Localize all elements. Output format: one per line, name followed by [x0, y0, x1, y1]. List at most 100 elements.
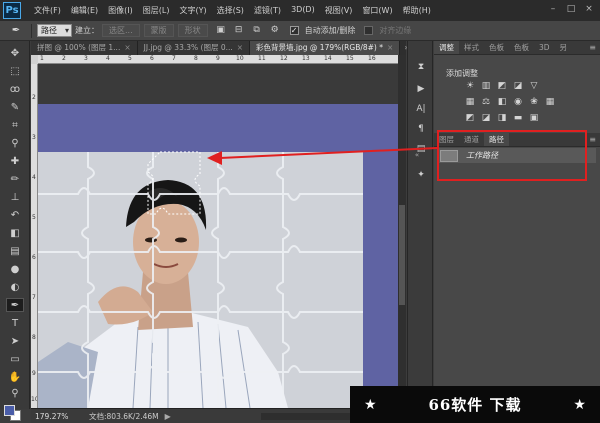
menu-select[interactable]: 选择(S)	[212, 5, 249, 16]
color-lookup-icon[interactable]: ▦	[544, 97, 556, 108]
minimize-button[interactable]: –	[546, 3, 560, 15]
ruler-tick: 10	[31, 396, 38, 403]
levels-icon[interactable]: ▥	[480, 81, 492, 92]
black-white-icon[interactable]: ◧	[496, 97, 508, 108]
eraser-icon[interactable]: ◧	[6, 227, 24, 241]
dodge-icon[interactable]: ◐	[6, 281, 24, 295]
auto-add-delete-checkbox[interactable]: ✓	[289, 26, 299, 35]
panel-menu-icon[interactable]: ≡	[585, 133, 600, 146]
tab-other[interactable]: 另	[555, 41, 573, 54]
threshold-icon[interactable]: ◨	[496, 113, 508, 124]
paragraph-panel-icon[interactable]: ¶	[414, 123, 428, 135]
make-shape-button[interactable]: 形状	[177, 24, 208, 37]
doc-tab-jj[interactable]: JJ.jpg @ 33.3% (图层 0... ×	[137, 41, 251, 55]
history-panel-icon[interactable]: ⧗	[414, 61, 428, 73]
type-icon[interactable]: T	[6, 317, 24, 331]
stamp-icon[interactable]: ⊥	[6, 191, 24, 205]
selective-color-icon[interactable]: ▣	[528, 113, 540, 124]
menu-3d[interactable]: 3D(D)	[286, 5, 320, 16]
options-bar: ✒ 路径 建立： 选区... 蒙版 形状 ▣ ⊟ ⧉ ⚙ ✓ 自动添加/删除 对…	[0, 21, 600, 41]
gradient-icon[interactable]: ▤	[6, 245, 24, 259]
close-icon[interactable]: ×	[387, 43, 393, 52]
menu-view[interactable]: 视图(V)	[320, 5, 358, 16]
work-path-outline	[147, 151, 201, 215]
document-canvas[interactable]	[38, 64, 398, 408]
close-icon[interactable]: ×	[237, 43, 243, 52]
foreground-color-swatch[interactable]	[4, 405, 15, 416]
menu-window[interactable]: 窗口(W)	[357, 5, 397, 16]
close-button[interactable]: ×	[582, 3, 596, 15]
brightness-icon[interactable]: ☀	[464, 81, 476, 92]
invert-icon[interactable]: ◩	[464, 113, 476, 124]
adjustment-icons-row-1: ☀ ▥ ◩ ◪ ▽	[464, 81, 540, 92]
hue-saturation-icon[interactable]: ▦	[464, 97, 476, 108]
ruler-tick: 10	[236, 55, 244, 62]
actions-panel-icon[interactable]: ▶	[414, 83, 428, 95]
path-alignment-icon[interactable]: ⊟	[232, 24, 246, 37]
healing-icon[interactable]: ✚	[6, 155, 24, 169]
history-brush-icon[interactable]: ↶	[6, 209, 24, 223]
tab-swatches[interactable]: 色板	[484, 41, 509, 54]
collapse-panels-icon[interactable]: «	[410, 149, 424, 161]
tools-panel: ✥ ⬚ ꝏ ✎ ⌗ ⚲ ✚ ✏ ⊥ ↶ ◧ ▤ ● ◐ ✒ T ➤ ▭ ✋ ⚲	[0, 41, 30, 421]
vertical-scrollbar[interactable]	[398, 55, 406, 408]
gradient-map-icon[interactable]: ▬	[512, 113, 524, 124]
doc-tab-label: 彩色背景墙.jpg @ 179%(RGB/8#) *	[256, 43, 383, 52]
menu-file[interactable]: 文件(F)	[29, 5, 66, 16]
photo-filter-icon[interactable]: ◉	[512, 97, 524, 108]
tab-adjustments[interactable]: 调整	[434, 41, 459, 54]
menu-image[interactable]: 图像(I)	[103, 5, 138, 16]
lasso-icon[interactable]: ꝏ	[6, 83, 24, 97]
curves-icon[interactable]: ◩	[496, 81, 508, 92]
watermark-text: 66软件 下载	[428, 396, 522, 414]
menu-type[interactable]: 文字(Y)	[174, 5, 211, 16]
gear-icon[interactable]: ⚙	[268, 24, 282, 37]
ruler-tick: 3	[32, 134, 36, 141]
path-select-icon[interactable]: ➤	[6, 335, 24, 349]
blur-icon[interactable]: ●	[6, 263, 24, 277]
pen-mode-select[interactable]: 路径	[37, 24, 72, 37]
posterize-icon[interactable]: ◪	[480, 113, 492, 124]
align-edges-checkbox[interactable]	[364, 26, 374, 35]
doc-tab-color-wall[interactable]: 彩色背景墙.jpg @ 179%(RGB/8#) * ×	[250, 41, 401, 55]
brush-presets-icon[interactable]: ✦	[414, 169, 428, 181]
exposure-icon[interactable]: ◪	[512, 81, 524, 92]
character-panel-icon[interactable]: A|	[414, 103, 428, 115]
zoom-level[interactable]: 179.27%	[35, 412, 75, 421]
move-icon[interactable]: ✥	[6, 47, 24, 61]
tab-3d[interactable]: 3D	[534, 41, 555, 54]
zoom-icon[interactable]: ⚲	[6, 387, 24, 401]
pen-tool-preset-icon[interactable]: ✒	[6, 24, 26, 38]
tab-styles[interactable]: 样式	[459, 41, 484, 54]
watermark-banner: ★ 66软件 下载 ★	[350, 386, 600, 423]
make-mask-button[interactable]: 蒙版	[143, 24, 174, 37]
menu-filter[interactable]: 滤镜(T)	[249, 5, 286, 16]
pen-icon[interactable]: ✒	[6, 298, 24, 312]
menu-help[interactable]: 帮助(H)	[398, 5, 436, 16]
ruler-tick: 9	[32, 370, 36, 377]
vibrance-icon[interactable]: ▽	[528, 81, 540, 92]
eyedropper-icon[interactable]: ⚲	[6, 137, 24, 151]
channel-mixer-icon[interactable]: ❀	[528, 97, 540, 108]
make-selection-button[interactable]: 选区...	[102, 24, 140, 37]
ruler-tick: 7	[32, 294, 36, 301]
menu-edit[interactable]: 编辑(E)	[66, 5, 103, 16]
path-arrangement-icon[interactable]: ⧉	[250, 24, 264, 37]
shape-icon[interactable]: ▭	[6, 353, 24, 367]
brush-icon[interactable]: ✏	[6, 173, 24, 187]
menu-layer[interactable]: 图层(L)	[138, 5, 175, 16]
panel-menu-icon[interactable]: ≡	[585, 41, 600, 54]
crop-icon[interactable]: ⌗	[6, 119, 24, 133]
doc-tab-puzzle[interactable]: 拼图 @ 100% (图层 1... ×	[31, 41, 138, 55]
marquee-icon[interactable]: ⬚	[6, 65, 24, 79]
tab-color[interactable]: 色板	[509, 41, 534, 54]
path-operations-icon[interactable]: ▣	[214, 24, 228, 37]
hand-icon[interactable]: ✋	[6, 371, 24, 385]
color-balance-icon[interactable]: ⚖	[480, 97, 492, 108]
restore-button[interactable]: □	[564, 3, 578, 15]
window-controls: – □ ×	[546, 3, 596, 15]
scrollbar-thumb[interactable]	[399, 205, 405, 305]
close-icon[interactable]: ×	[124, 43, 130, 52]
quick-select-icon[interactable]: ✎	[6, 101, 24, 115]
status-menu-icon[interactable]: ▶	[165, 412, 171, 421]
